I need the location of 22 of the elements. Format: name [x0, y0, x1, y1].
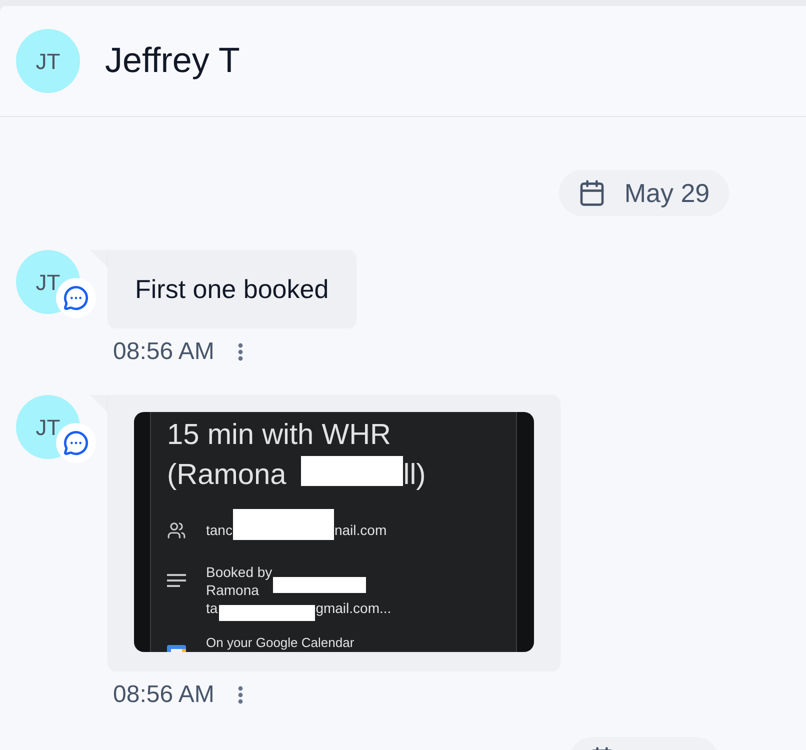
more-vertical-icon	[238, 686, 243, 704]
event-title: 15 min with WHR	[167, 418, 391, 453]
contact-name: Jeffrey T	[105, 41, 240, 81]
description-text: Booked by	[206, 563, 272, 581]
guest-email-part: tanc	[206, 521, 232, 540]
description-text: ta	[206, 599, 218, 617]
guests-icon	[167, 520, 186, 540]
notes-icon	[167, 574, 186, 587]
message-time: 08:56 AM	[113, 337, 214, 367]
calendar-logo-icon	[167, 645, 186, 652]
more-vertical-icon	[238, 343, 243, 361]
date-label: May 29	[624, 178, 710, 208]
calendar-note: On your Google Calendar	[206, 634, 354, 652]
calendar-icon	[578, 179, 606, 207]
message-time: 08:56 AM	[113, 680, 214, 710]
description-text: Ramona	[206, 581, 259, 599]
contact-avatar: JT	[16, 29, 80, 93]
message-text: First one booked	[135, 272, 329, 304]
event-title-part: (Ramona	[167, 458, 286, 493]
event-title-part: ll)	[403, 458, 426, 493]
description-text: gmail.com...	[316, 599, 392, 617]
guest-email-part: nail.com	[334, 521, 387, 540]
